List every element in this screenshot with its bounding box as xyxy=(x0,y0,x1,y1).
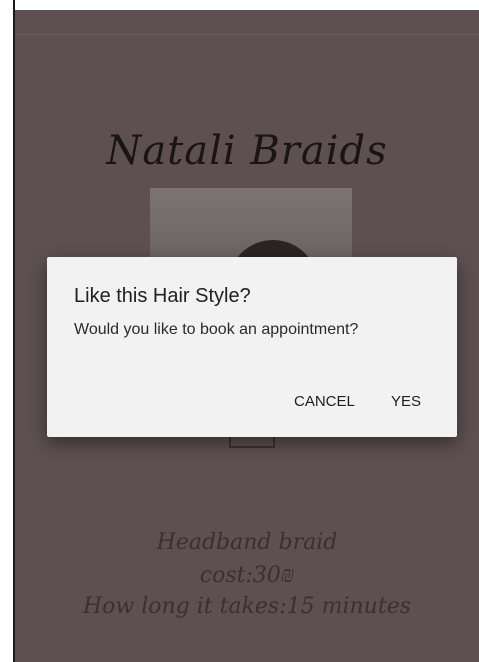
hairstyle-cost: cost:30₪ xyxy=(199,563,295,588)
outer-background xyxy=(0,0,14,662)
brand-title: Natali Braids xyxy=(106,128,388,174)
hairstyle-name: Headband braid xyxy=(156,530,338,555)
dialog-message: Would you like to book an appointment? xyxy=(74,321,359,338)
yes-button[interactable]: YES xyxy=(391,393,421,410)
cancel-button[interactable]: CANCEL xyxy=(294,393,355,410)
app-bar-divider xyxy=(15,34,479,35)
hairstyle-duration: How long it takes:15 minutes xyxy=(82,594,412,619)
dialog-title: Like this Hair Style? xyxy=(74,285,251,307)
book-appointment-dialog: Like this Hair Style? Would you like to … xyxy=(47,257,457,437)
